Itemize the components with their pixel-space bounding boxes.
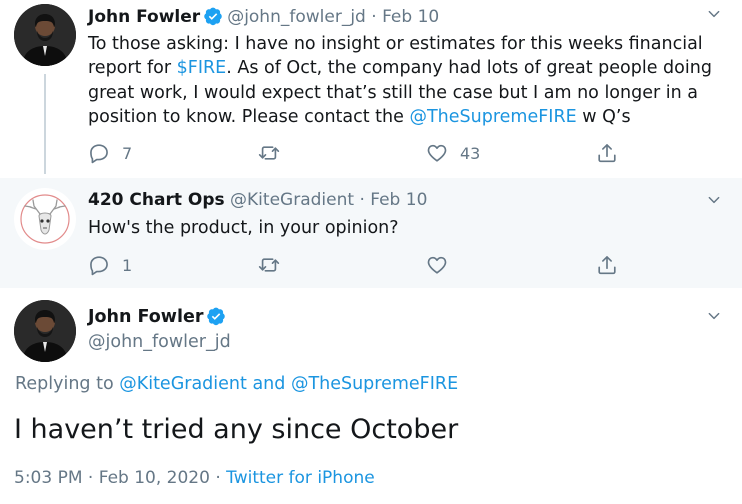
tweet-time[interactable]: 5:03 PM — [14, 468, 83, 488]
reply-icon — [88, 254, 110, 276]
user-handle[interactable]: @KiteGradient — [230, 190, 354, 210]
tweet-full-date[interactable]: Feb 10, 2020 — [99, 468, 210, 488]
share-button[interactable] — [596, 252, 618, 278]
thread-line — [44, 74, 46, 174]
reply-button[interactable]: 7 — [88, 140, 132, 166]
retweet-button[interactable] — [258, 252, 292, 278]
replying-mention-2[interactable]: @TheSupremeFIRE — [291, 374, 458, 394]
retweet-button[interactable] — [258, 140, 292, 166]
action-bar: 7 43 — [88, 140, 628, 166]
share-icon — [596, 142, 618, 164]
reply-count: 7 — [122, 143, 133, 163]
separator-dot: · — [82, 468, 99, 488]
replying-and: and — [246, 374, 291, 394]
mention-link[interactable]: @TheSupremeFIRE — [409, 107, 576, 127]
retweet-icon — [258, 254, 280, 276]
reply-count: 1 — [122, 255, 133, 275]
like-button[interactable]: 43 — [426, 140, 480, 166]
tweet-header: John Fowler — [88, 306, 230, 327]
action-bar: 1 — [88, 252, 628, 278]
verified-badge-icon — [206, 306, 226, 326]
verified-badge-icon — [203, 6, 223, 26]
like-count: 43 — [460, 143, 481, 163]
chevron-down-icon[interactable] — [706, 6, 722, 22]
avatar-image — [14, 188, 76, 250]
tweet-footer: 5:03 PM · Feb 10, 2020 · Twitter for iPh… — [14, 468, 375, 488]
tweet-date[interactable]: Feb 10 — [370, 190, 427, 210]
tweet-text: I haven’t tried any since October — [14, 414, 459, 445]
tweet-header: 420 Chart Ops @KiteGradient · Feb 10 — [88, 190, 427, 210]
user-handle[interactable]: @john_fowler_jd — [88, 332, 231, 352]
like-icon — [426, 254, 448, 276]
tweet-text-part-3: w Q’s — [576, 106, 631, 127]
avatar-image — [14, 300, 76, 362]
tweet-date[interactable]: Feb 10 — [382, 7, 439, 27]
avatar[interactable] — [14, 4, 76, 66]
tweet-source-link[interactable]: Twitter for iPhone — [226, 468, 375, 488]
replying-mention-1[interactable]: @KiteGradient — [119, 374, 247, 394]
replying-to: Replying to @KiteGradient and @TheSuprem… — [15, 374, 458, 394]
display-name[interactable]: John Fowler — [88, 7, 200, 27]
reply-icon — [88, 142, 110, 164]
cashtag-link[interactable]: $FIRE — [177, 58, 227, 78]
chevron-down-icon[interactable] — [706, 308, 722, 324]
display-name[interactable]: 420 Chart Ops — [88, 190, 225, 210]
display-name[interactable]: John Fowler — [88, 307, 203, 327]
avatar[interactable] — [14, 300, 76, 362]
avatar-image — [14, 4, 76, 66]
share-icon — [596, 254, 618, 276]
tweet-text: To those asking: I have no insight or es… — [88, 32, 728, 129]
tweet-text: How's the product, in your opinion? — [88, 218, 399, 238]
tweet-1[interactable]: John Fowler @john_fowler_jd · Feb 10 To t… — [0, 0, 742, 178]
retweet-icon — [258, 142, 280, 164]
separator-dot: · — [371, 7, 377, 27]
reply-button[interactable]: 1 — [88, 252, 132, 278]
tweet-header: John Fowler @john_fowler_jd · Feb 10 — [88, 6, 439, 27]
tweet-2[interactable]: 420 Chart Ops @KiteGradient · Feb 10 How… — [0, 178, 742, 288]
like-icon — [426, 142, 448, 164]
share-button[interactable] — [596, 140, 618, 166]
chevron-down-icon[interactable] — [706, 192, 722, 208]
separator-dot: · — [209, 468, 227, 488]
like-button[interactable] — [426, 252, 460, 278]
avatar[interactable] — [14, 188, 76, 250]
replying-prefix: Replying to — [15, 374, 120, 394]
tweet-focused: John Fowler @john_fowler_jd Replying to … — [0, 288, 742, 504]
user-handle[interactable]: @john_fowler_jd — [227, 7, 366, 27]
separator-dot: · — [359, 190, 365, 210]
